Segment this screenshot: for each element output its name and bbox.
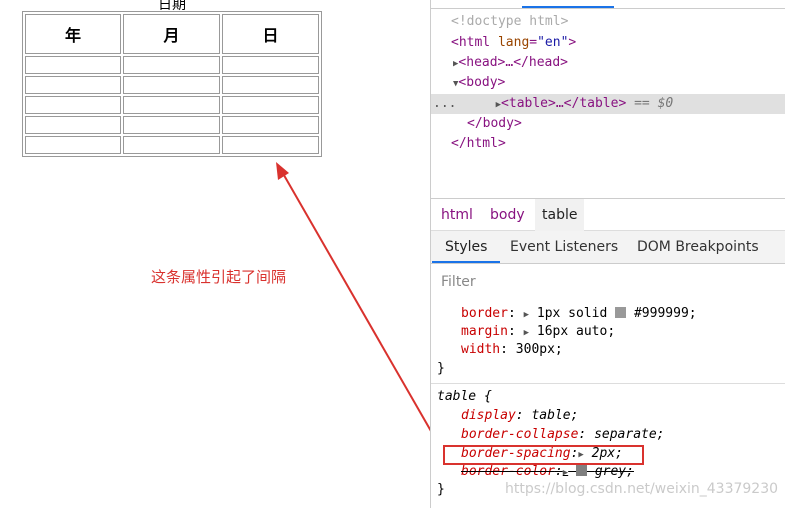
breadcrumb-html[interactable]: html <box>434 199 480 231</box>
style-width[interactable]: width: 300px; <box>461 340 563 359</box>
devtools-panel: <!doctype html> <html lang="en"> ▶<head>… <box>430 0 785 508</box>
style-border-collapse: border-collapse: separate; <box>461 427 665 442</box>
divider <box>431 383 785 384</box>
dom-doctype[interactable]: <!doctype html> <box>431 12 785 32</box>
dom-table-selected[interactable]: ... ▶<table>…</table> == $0 <box>431 94 785 114</box>
breadcrumb: html body table <box>431 198 785 231</box>
style-display: display: table; <box>461 408 579 423</box>
rule-close: } <box>437 361 445 376</box>
tab-styles[interactable]: Styles <box>432 231 501 263</box>
dom-head[interactable]: ▶<head>…</head> <box>431 53 785 73</box>
filter-input[interactable]: Filter <box>435 268 785 296</box>
styles-tabbar: Styles Event Listeners DOM Breakpoints <box>431 231 785 264</box>
watermark: https://blog.csdn.net/weixin_43379230 <box>505 481 779 497</box>
dom-html-close[interactable]: </html> <box>431 134 785 154</box>
color-swatch[interactable] <box>615 307 627 318</box>
tab-event-listeners[interactable]: Event Listeners <box>510 231 618 263</box>
devtools-topbar <box>431 0 785 9</box>
tab-dom-breakpoints[interactable]: DOM Breakpoints <box>637 231 759 263</box>
breadcrumb-body[interactable]: body <box>483 199 532 231</box>
style-border[interactable]: border: ▶ 1px solid #999999; <box>461 304 697 323</box>
dom-body[interactable]: ▼<body> <box>431 73 785 93</box>
dom-body-close[interactable]: </body> <box>431 114 785 134</box>
highlight-box <box>443 445 644 465</box>
dom-html[interactable]: <html lang="en"> <box>431 33 785 53</box>
elements-tab-indicator[interactable] <box>522 6 614 8</box>
breadcrumb-table[interactable]: table <box>535 199 585 231</box>
rule-selector[interactable]: table { <box>437 387 492 406</box>
rule-close: } <box>437 482 445 497</box>
style-margin[interactable]: margin: ▶ 16px auto; <box>461 322 615 341</box>
